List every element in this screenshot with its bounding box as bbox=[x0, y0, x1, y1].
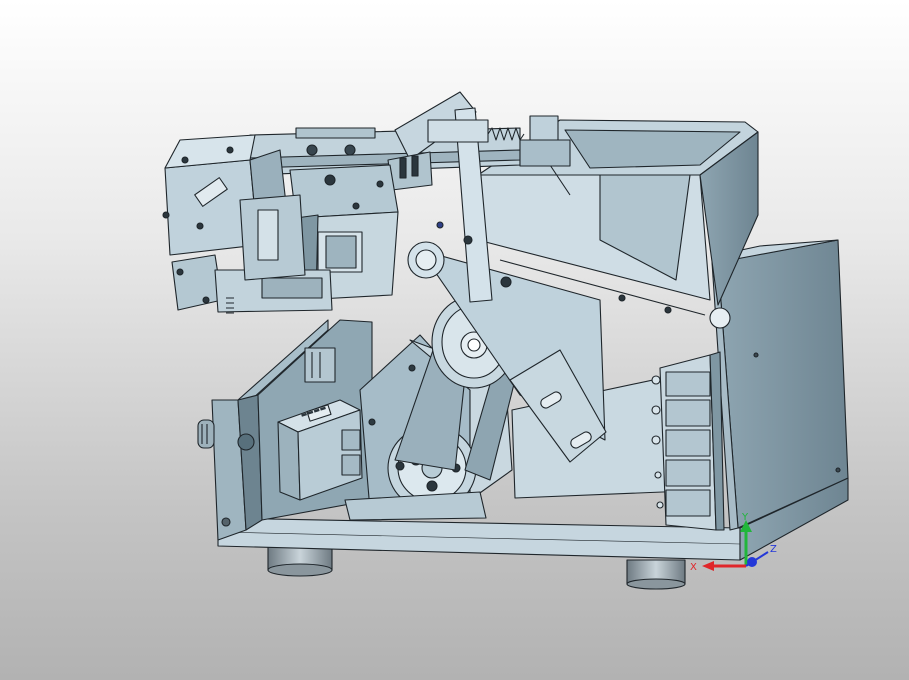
x-axis-label: X bbox=[690, 562, 697, 573]
cad-viewport[interactable]: ▬▬▬▬ X Y Z bbox=[0, 0, 909, 680]
connector-rack bbox=[651, 351, 725, 531]
machine-3d-model[interactable]: ▬▬▬▬ X Y Z bbox=[0, 0, 909, 680]
z-axis-label: Z bbox=[770, 544, 777, 555]
foot-right bbox=[626, 559, 686, 590]
y-axis-label: Y bbox=[741, 512, 749, 523]
right-housing bbox=[711, 239, 849, 531]
